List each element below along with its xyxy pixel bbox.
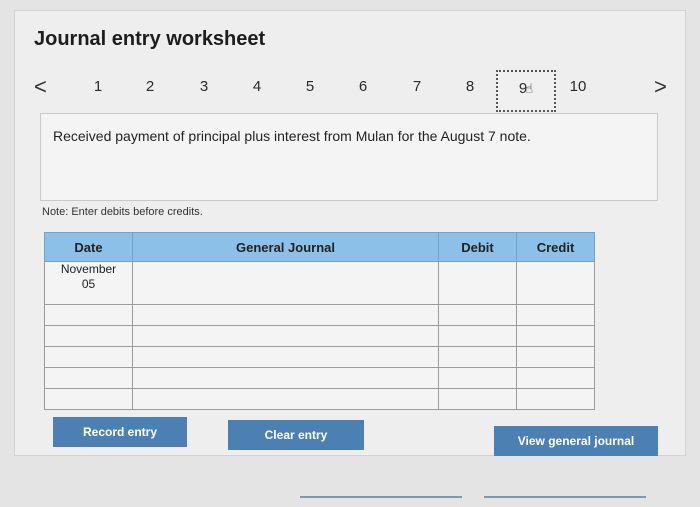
page-6[interactable]: 6: [353, 72, 373, 102]
credit-input[interactable]: [516, 388, 595, 410]
table-row: [44, 304, 595, 326]
table-row: [44, 325, 595, 347]
credit-input[interactable]: [516, 261, 595, 305]
debit-column-header: Debit: [438, 232, 517, 262]
table-row: [44, 388, 595, 410]
page-4[interactable]: 4: [247, 72, 267, 102]
bottom-tab-indicator: [484, 496, 646, 498]
view-general-journal-button[interactable]: View general journal: [494, 426, 658, 456]
clear-entry-button[interactable]: Clear entry: [228, 420, 364, 450]
account-input[interactable]: [132, 367, 439, 389]
date-cell: [44, 325, 133, 347]
page-8[interactable]: 8: [460, 72, 480, 102]
page-1[interactable]: 1: [88, 72, 108, 102]
debit-input[interactable]: [438, 261, 517, 305]
date-cell: November 05: [44, 261, 133, 305]
account-input[interactable]: [132, 304, 439, 326]
debit-input[interactable]: [438, 304, 517, 326]
debit-input[interactable]: [438, 388, 517, 410]
page-navigator: < 1 2 3 4 5 6 7 8 9☝ 10 >: [30, 70, 680, 112]
table-row: [44, 367, 595, 389]
account-input[interactable]: [132, 388, 439, 410]
credit-input[interactable]: [516, 367, 595, 389]
date-month: November: [60, 262, 117, 276]
page-title: Journal entry worksheet: [34, 28, 266, 50]
table-row: November 05: [44, 261, 595, 305]
date-day: 05: [81, 277, 96, 291]
date-column-header: Date: [44, 232, 133, 262]
chevron-right-icon[interactable]: >: [654, 72, 667, 102]
table-row: [44, 346, 595, 368]
account-input[interactable]: [132, 325, 439, 347]
page-9-current[interactable]: 9☝: [496, 70, 556, 112]
journal-header-row: Date General Journal Debit Credit: [44, 232, 595, 262]
page-7[interactable]: 7: [407, 72, 427, 102]
page-10[interactable]: 10: [568, 72, 588, 102]
journal-table: Date General Journal Debit Credit Novemb…: [44, 232, 595, 410]
debit-input[interactable]: [438, 367, 517, 389]
date-cell: [44, 304, 133, 326]
debit-input[interactable]: [438, 346, 517, 368]
page-2[interactable]: 2: [140, 72, 160, 102]
account-input[interactable]: [132, 346, 439, 368]
account-input[interactable]: [132, 261, 439, 305]
bottom-tab-indicator: [300, 496, 462, 498]
record-entry-button[interactable]: Record entry: [53, 417, 187, 447]
date-cell: [44, 388, 133, 410]
transaction-description: Received payment of principal plus inter…: [53, 128, 531, 144]
credit-column-header: Credit: [516, 232, 595, 262]
chevron-left-icon[interactable]: <: [34, 72, 47, 102]
debit-input[interactable]: [438, 325, 517, 347]
hand-cursor-icon: ☝: [525, 81, 534, 97]
instruction-note: Note: Enter debits before credits.: [42, 206, 203, 218]
credit-input[interactable]: [516, 325, 595, 347]
page-5[interactable]: 5: [300, 72, 320, 102]
credit-input[interactable]: [516, 346, 595, 368]
general-journal-column-header: General Journal: [132, 232, 439, 262]
date-cell: [44, 346, 133, 368]
transaction-description-box: Received payment of principal plus inter…: [40, 113, 658, 201]
page-3[interactable]: 3: [194, 72, 214, 102]
date-cell: [44, 367, 133, 389]
credit-input[interactable]: [516, 304, 595, 326]
